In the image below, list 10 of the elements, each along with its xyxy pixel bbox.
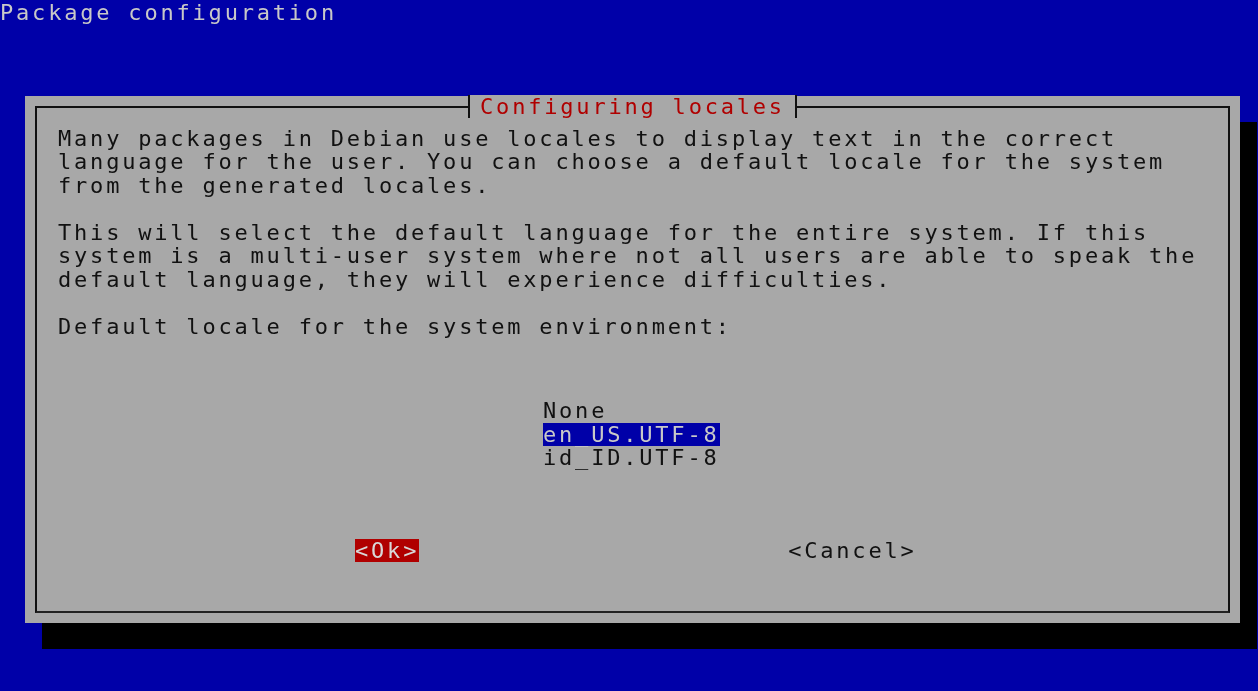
dialog-title: Configuring locales [468,94,797,118]
locale-option[interactable]: en_US.UTF-8 [543,422,720,446]
description-text: This will select the default language for the entire system. If this system is a multi-user system where not all users are able to speak the default language, they will experience difficulties. [58,220,1199,291]
cancel-button[interactable]: <Cancel> [788,538,917,562]
locale-option[interactable]: id_ID.UTF-8 [543,446,720,470]
description-text: Many packages in Debian use locales to display text in the correct language for the user. You can choose a default locale for the system from the generated locales. [58,126,1167,197]
screen-title: Package configuration [0,0,338,25]
locale-option[interactable]: None [543,399,608,423]
ok-button[interactable]: <Ok> [355,538,420,562]
prompt-text: Default locale for the system environment: [58,314,733,338]
